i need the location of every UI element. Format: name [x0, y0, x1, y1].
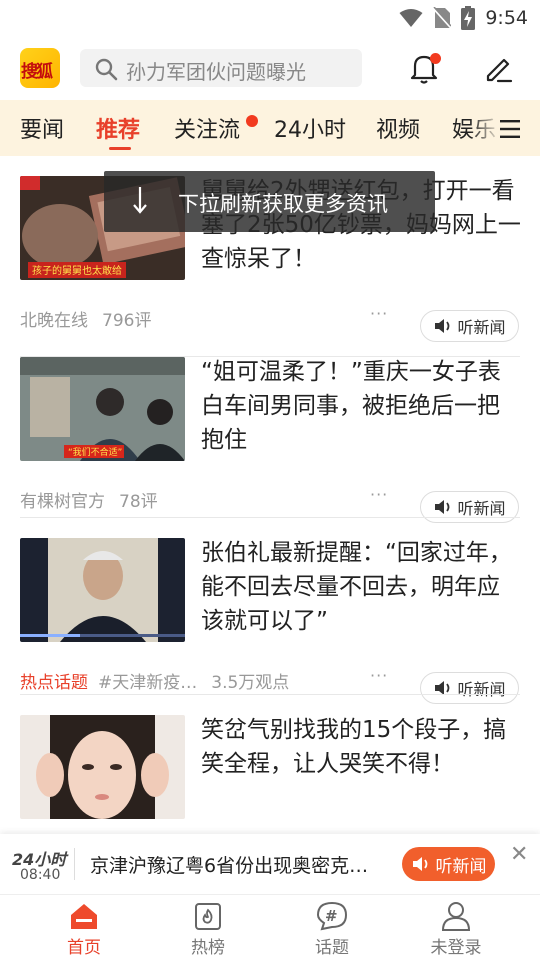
nav-hot-list[interactable]: 热榜 [168, 901, 248, 958]
news-thumbnail [20, 538, 185, 642]
player-listen-button[interactable]: 听新闻 [402, 847, 495, 881]
thumbnail-caption: 孩子的舅舅也太敢给 [32, 264, 122, 277]
nav-label: 未登录 [430, 938, 482, 958]
nav-topic[interactable]: # 话题 [292, 901, 372, 958]
nav-profile[interactable]: 未登录 [416, 901, 496, 958]
search-placeholder: 孙力军团伙问题曝光 [126, 60, 306, 84]
tab-follow[interactable]: 关注流 [174, 112, 240, 144]
logo-text: 搜狐 [21, 62, 53, 82]
view-count: 3.5万观点 [211, 673, 290, 693]
arrow-down-icon [133, 187, 147, 214]
divider [20, 694, 520, 695]
more-options-icon[interactable]: ··· [370, 485, 388, 504]
clock: 9:54 [485, 7, 528, 29]
search-icon [95, 58, 118, 81]
news-meta: 有棵树官方 78评 [20, 487, 158, 512]
tab-recommend[interactable]: 推荐 [96, 112, 140, 144]
tab-yaowen[interactable]: 要闻 [20, 112, 64, 144]
topic-tag[interactable]: #天津新疫… [98, 673, 197, 693]
listen-label: 听新闻 [457, 499, 506, 518]
top-bar: 搜狐 孙力军团伙问题曝光 [0, 36, 540, 100]
battery-charging-icon [461, 6, 476, 30]
speaker-icon [435, 500, 450, 514]
divider [20, 517, 520, 518]
close-icon[interactable]: ✕ [510, 842, 528, 867]
active-tab-indicator [109, 147, 131, 150]
news-meta: 热点话题 #天津新疫… 3.5万观点 [20, 668, 289, 693]
no-sim-icon [433, 7, 452, 29]
news-source[interactable]: 有棵树官方 [20, 492, 105, 512]
hot-topic-label[interactable]: 热点话题 [20, 673, 88, 693]
wifi-icon [399, 9, 423, 27]
nav-label: 首页 [67, 938, 101, 958]
home-icon [71, 904, 97, 929]
follow-tab-dot [246, 115, 258, 127]
more-options-icon[interactable]: ··· [370, 304, 388, 323]
sohu-logo[interactable]: 搜狐 [20, 48, 60, 88]
listen-label: 听新闻 [457, 318, 506, 337]
news-source[interactable]: 北晚在线 [20, 311, 88, 331]
status-icons: 9:54 [399, 6, 528, 30]
nav-home[interactable]: 首页 [44, 901, 124, 958]
news-title[interactable]: 笑岔气别找我的15个段子，搞笑全程，让人哭笑不得！ [201, 713, 521, 781]
nav-label: 话题 [315, 938, 349, 958]
topic-icon: # [316, 901, 348, 931]
more-options-icon[interactable]: ··· [370, 666, 388, 685]
comment-count: 78评 [119, 492, 158, 512]
channel-tabs: 要闻 推荐 关注流 24小时 视频 娱乐 [0, 100, 540, 156]
toast-text: 下拉刷新获取更多资讯 [178, 192, 388, 216]
user-icon [441, 902, 471, 931]
player-time: 08:40 [20, 867, 61, 883]
listen-button[interactable]: 听新闻 [420, 672, 519, 704]
compose-button[interactable] [480, 50, 516, 86]
notification-dot [430, 53, 441, 64]
news-card[interactable]: 张伯礼最新提醒：“回家过年，能不回去尽量不回去，明年应该就可以了” 热点话题 #天… [20, 536, 521, 704]
svg-text:#: # [325, 907, 338, 925]
speaker-icon [412, 857, 427, 871]
hot-list-icon [195, 903, 221, 930]
listen-label: 听新闻 [457, 680, 506, 699]
player-title[interactable]: 京津沪豫辽粤6省份出现奥密克… [90, 851, 380, 878]
listen-button[interactable]: 听新闻 [420, 310, 519, 342]
news-thumbnail [20, 715, 185, 819]
search-box[interactable]: 孙力军团伙问题曝光 [80, 49, 362, 87]
news-card[interactable]: “我们不合适” “姐可温柔了！”重庆一女子表白车间男同事，被拒绝后一把抱住 有棵… [20, 355, 521, 523]
nav-label: 热榜 [191, 938, 225, 958]
edit-icon [486, 58, 513, 83]
menu-icon[interactable] [500, 120, 520, 138]
refresh-toast: 下拉刷新获取更多资讯 [104, 171, 435, 232]
bottom-nav: 首页 热榜 # 话题 未登录 [0, 894, 540, 960]
status-bar: 9:54 [0, 0, 540, 36]
news-feed[interactable]: 孩子的舅舅也太敢给 舅舅给2外甥送红包，打开一看塞了2张50亿钞票，妈妈网上一查… [0, 156, 540, 834]
audio-player-bar[interactable]: 24小时 08:40 京津沪豫辽粤6省份出现奥密克… 听新闻 ✕ [0, 834, 540, 894]
news-meta: 北晚在线 796评 [20, 306, 151, 331]
tab-24h[interactable]: 24小时 [274, 112, 346, 144]
listen-button[interactable]: 听新闻 [420, 491, 519, 523]
comment-count: 796评 [102, 311, 152, 331]
news-title[interactable]: “姐可温柔了！”重庆一女子表白车间男同事，被拒绝后一把抱住 [201, 355, 521, 457]
speaker-icon [435, 319, 450, 333]
tab-video[interactable]: 视频 [376, 112, 420, 144]
player-button-label: 听新闻 [435, 856, 487, 877]
player-separator [74, 848, 75, 880]
notification-button[interactable] [406, 50, 442, 86]
news-thumbnail: “我们不合适” [20, 357, 185, 461]
news-card[interactable]: 笑岔气别找我的15个段子，搞笑全程，让人哭笑不得！ [20, 715, 520, 834]
thumbnail-caption: “我们不合适” [68, 446, 122, 458]
news-title[interactable]: 张伯礼最新提醒：“回家过年，能不回去尽量不回去，明年应该就可以了” [201, 536, 521, 638]
